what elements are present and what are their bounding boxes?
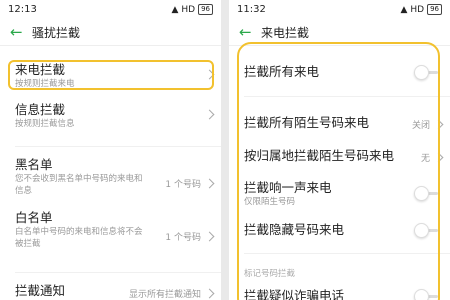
item-title: 白名单 [15, 210, 53, 225]
message-blocking-item[interactable]: 信息拦截 按规则拦截信息 [0, 102, 221, 130]
section-divider [15, 146, 221, 147]
right-screen: 11:32 ▲ HD 96 ← 来电拦截 拦截所有来电 拦截所有陌生号码来电 关… [229, 0, 450, 300]
item-value: 显示所有拦截通知 [128, 290, 201, 300]
item-title: 信息拦截 [15, 102, 66, 117]
status-time: 12:13 [8, 4, 37, 15]
item-subtitle: 按规则拦截信息 [15, 119, 75, 129]
page-title: 来电拦截 [261, 25, 310, 40]
battery-icon: 96 [427, 4, 442, 15]
status-bar: 12:13 ▲ HD 96 [0, 0, 221, 19]
back-arrow-icon[interactable]: ← [239, 23, 261, 41]
highlight-box [8, 60, 214, 90]
signal-icon: ▲ [400, 4, 408, 15]
battery-icon: 96 [198, 4, 213, 15]
item-value: 1 个号码 [165, 233, 201, 243]
highlight-box [237, 42, 440, 300]
status-time: 11:32 [237, 4, 266, 15]
left-screen: 12:13 ▲ HD 96 ← 骚扰拦截 来电拦截 按规则拦截来电 信息拦截 按… [0, 0, 221, 300]
status-icons: ▲ HD 96 [400, 4, 442, 15]
item-title: 黑名单 [15, 157, 53, 172]
blacklist-item[interactable]: 黑名单 您不会收到黑名单中号码的来电和 信息 1 个号码 [0, 157, 221, 197]
status-bar: 11:32 ▲ HD 96 [229, 0, 450, 19]
hd-label: HD [410, 4, 425, 15]
item-value: 1 个号码 [165, 180, 201, 190]
whitelist-item[interactable]: 白名单 白名单中号码的来电和信息将不会 被拦截 1 个号码 [0, 210, 221, 250]
signal-icon: ▲ [171, 4, 179, 15]
back-arrow-icon[interactable]: ← [10, 23, 32, 41]
block-notification-item[interactable]: 拦截通知 显示所有拦截通知 [0, 283, 221, 300]
hd-label: HD [181, 4, 196, 15]
page-title: 骚扰拦截 [32, 25, 81, 40]
status-icons: ▲ HD 96 [171, 4, 213, 15]
app-header: ← 骚扰拦截 [0, 19, 221, 46]
section-divider [15, 272, 221, 273]
